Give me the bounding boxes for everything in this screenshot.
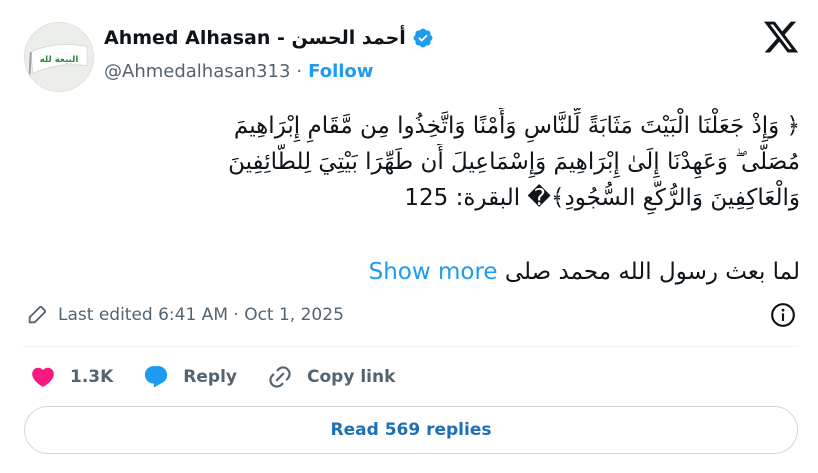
tweet-text: ﴿ وَإِذْ جَعَلْنَا الْبَيْتَ مَثَابَةً ل… bbox=[22, 108, 800, 216]
divider bbox=[22, 346, 798, 347]
edited-row: Last edited 6:41 AM · Oct 1, 2025 bbox=[26, 300, 796, 330]
reply-button[interactable]: Reply bbox=[143, 364, 237, 390]
avatar[interactable]: البيعة لله bbox=[24, 22, 94, 92]
tweet-card: البيعة لله Ahmed Alhasan - أحمد الحسن @A… bbox=[0, 0, 818, 473]
info-icon[interactable] bbox=[770, 302, 796, 328]
tweet-preview-row: لما بعث رسول الله محمد صلى Show more bbox=[22, 254, 800, 290]
author-handle-row: @Ahmedalhasan313 · Follow bbox=[104, 58, 373, 84]
author-name-row[interactable]: Ahmed Alhasan - أحمد الحسن bbox=[104, 24, 434, 52]
separator-dot: · bbox=[296, 60, 303, 82]
copy-link-button[interactable]: Copy link bbox=[267, 364, 395, 390]
verified-badge-icon bbox=[412, 27, 434, 49]
like-count: 1.3K bbox=[70, 367, 114, 387]
heart-icon bbox=[30, 364, 56, 390]
tweet-text-line-3: وَالْعَاكِفِينَ وَالرُّكَّعِ السُّجُودِ﴾… bbox=[404, 185, 800, 211]
last-edited-timestamp[interactable]: Last edited 6:41 AM · Oct 1, 2025 bbox=[58, 305, 344, 325]
tweet-preview-text: لما بعث رسول الله محمد صلى bbox=[504, 259, 800, 285]
author-display-name[interactable]: Ahmed Alhasan - أحمد الحسن bbox=[104, 27, 406, 49]
reply-bubble-icon bbox=[143, 364, 169, 390]
link-icon bbox=[267, 364, 293, 390]
pencil-icon bbox=[26, 304, 48, 326]
x-logo-icon[interactable] bbox=[762, 18, 800, 56]
like-button[interactable]: 1.3K bbox=[30, 364, 113, 390]
avatar-banner-text: البيعة لله bbox=[40, 55, 79, 65]
show-more-link[interactable]: Show more bbox=[369, 259, 498, 285]
copy-link-label: Copy link bbox=[307, 367, 396, 387]
tweet-text-line-2: مُصَلًّى ۖ وَعَهِدْنَا إِلَىٰ إِبْرَاهِي… bbox=[228, 149, 800, 175]
follow-button[interactable]: Follow bbox=[308, 61, 373, 82]
action-bar: 1.3K Reply Copy link bbox=[30, 360, 425, 394]
tweet-text-line-1: ﴿ وَإِذْ جَعَلْنَا الْبَيْتَ مَثَابَةً ل… bbox=[233, 113, 800, 139]
author-handle[interactable]: @Ahmedalhasan313 bbox=[104, 61, 290, 82]
read-replies-button[interactable]: Read 569 replies bbox=[24, 406, 798, 454]
avatar-flag-image: البيعة لله bbox=[25, 23, 93, 91]
read-replies-label: Read 569 replies bbox=[330, 420, 492, 440]
reply-label: Reply bbox=[183, 367, 237, 387]
